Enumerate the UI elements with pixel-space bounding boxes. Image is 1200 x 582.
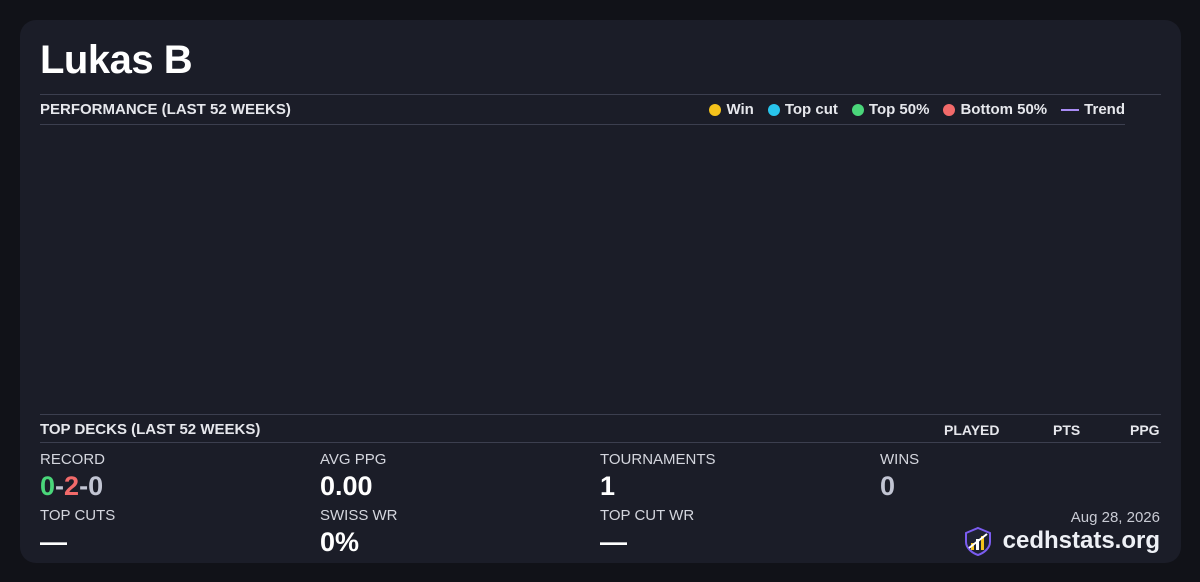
bar-chart-shield-icon (964, 526, 991, 556)
record-draws: 0 (88, 471, 104, 501)
column-pts[interactable]: PTS (1053, 422, 1080, 438)
record-value: 0-2-0 (40, 471, 103, 502)
tournaments-label: TOURNAMENTS (600, 451, 716, 468)
win-dot-icon (709, 103, 722, 116)
top-cuts-label: TOP CUTS (40, 507, 116, 524)
column-played[interactable]: PLAYED (944, 422, 1000, 438)
top-cut-dot-icon (767, 103, 780, 116)
bottom-50-dot-icon (943, 103, 956, 116)
top-cuts-value: — (40, 527, 67, 557)
avg-ppg-label: AVG PPG (320, 451, 387, 468)
legend-label-bottom-50: Bottom 50% (960, 101, 1048, 118)
legend-label-top-cut: Top cut (784, 101, 838, 118)
swiss-wr-value: 0% (320, 527, 360, 557)
player-name: Lukas B (40, 38, 193, 82)
wins-label: WINS (880, 451, 920, 468)
brand[interactable]: cedhstats.org (963, 526, 1160, 556)
title-divider (40, 94, 1161, 95)
tournaments-value: 1 (600, 471, 616, 501)
swiss-wr-label: SWISS WR (320, 507, 398, 524)
top-cut-wr-label: TOP CUT WR (600, 507, 695, 524)
top-decks-header: TOP DECKS (LAST 52 WEEKS) (40, 421, 261, 438)
record-sep-1: - (55, 471, 65, 501)
column-ppg[interactable]: PPG (1130, 422, 1160, 438)
legend-label-win: Win (726, 101, 754, 118)
performance-divider (40, 124, 1125, 125)
legend-item-top-cut[interactable]: Top cut (767, 101, 838, 118)
legend-label-top-50: Top 50% (868, 101, 930, 118)
player-card: Lukas B PERFORMANCE (LAST 52 WEEKS) Win … (20, 20, 1181, 563)
legend-item-top-50[interactable]: Top 50% (851, 101, 930, 118)
decks-bottom-divider (40, 442, 1161, 443)
legend-item-bottom-50[interactable]: Bottom 50% (943, 101, 1047, 118)
wins-value: 0 (880, 471, 896, 501)
snapshot-date: Aug 28, 2026 (1070, 509, 1160, 526)
performance-chart-area (40, 126, 1125, 412)
legend-item-trend[interactable]: Trend (1061, 101, 1125, 118)
trend-line-icon (1061, 108, 1080, 111)
record-wins: 0 (40, 471, 56, 501)
record-label: RECORD (40, 451, 106, 468)
avg-ppg-value: 0.00 (320, 471, 373, 501)
legend-item-win[interactable]: Win (709, 101, 754, 118)
performance-header: PERFORMANCE (LAST 52 WEEKS) (40, 101, 291, 118)
top-cut-wr-value: — (600, 527, 627, 557)
chart-legend: Win Top cut Top 50% Bottom 50% Trend (695, 101, 1125, 118)
top-50-dot-icon (851, 103, 864, 116)
decks-top-divider (40, 414, 1161, 415)
brand-name: cedhstats.org (1002, 527, 1160, 554)
record-losses: 2 (64, 471, 80, 501)
legend-label-trend: Trend (1084, 101, 1125, 118)
record-sep-2: - (79, 471, 89, 501)
